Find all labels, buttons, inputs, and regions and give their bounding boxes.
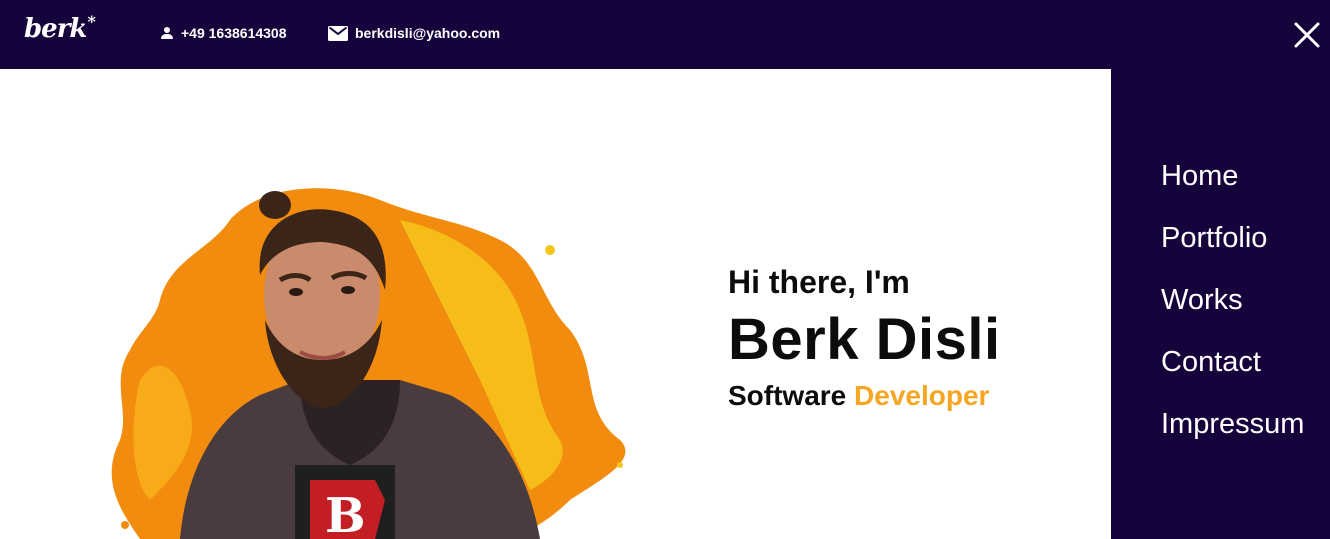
greeting-text: Hi there, I'm [728, 264, 910, 300]
menu-item-contact[interactable]: Contact [1161, 343, 1304, 405]
hero-role: Software Developer [728, 376, 1001, 416]
phone-contact[interactable]: +49 1638614308 [160, 25, 287, 41]
email-address: berkdisli@yahoo.com [355, 25, 501, 41]
logo-text: berk [24, 14, 87, 44]
profile-illustration: B [100, 180, 660, 539]
top-bar: berk* +49 1638614308 berkdisli@yahoo.com [0, 0, 1330, 69]
close-icon [1294, 22, 1320, 48]
mail-icon [328, 25, 348, 41]
person-icon [160, 26, 174, 40]
menu-item-works[interactable]: Works [1161, 281, 1304, 343]
side-menu: Home Portfolio Works Contact Impressum [1111, 69, 1330, 539]
menu-list: Home Portfolio Works Contact Impressum [1161, 157, 1304, 467]
close-menu-button[interactable] [1292, 20, 1322, 50]
menu-item-impressum[interactable]: Impressum [1161, 405, 1304, 467]
phone-number: +49 1638614308 [181, 25, 287, 41]
logo-mark: * [87, 12, 95, 31]
brand-logo[interactable]: berk* [24, 12, 96, 44]
hero-name: Berk Disli [728, 307, 1001, 372]
email-contact[interactable]: berkdisli@yahoo.com [328, 25, 500, 41]
role-accent: Developer [854, 380, 990, 411]
svg-text:B: B [325, 488, 366, 539]
role-prefix: Software [728, 380, 847, 411]
hero-intro: Hi there, I'm Berk Disli Software Develo… [728, 262, 1001, 416]
menu-item-portfolio[interactable]: Portfolio [1161, 219, 1304, 281]
menu-item-home[interactable]: Home [1161, 157, 1304, 219]
